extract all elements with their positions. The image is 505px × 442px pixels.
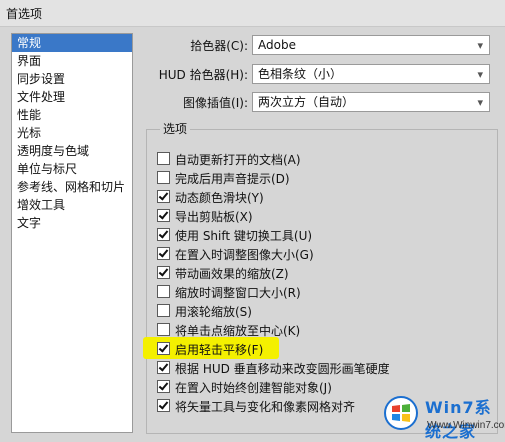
color-picker-row: 拾色器(C): [140,34,248,56]
hud-color-picker-value: 色相条纹（小） [258,67,343,81]
hud-color-picker-label: HUD 拾色器(H): [158,68,248,82]
watermark-brand: Win7系统之家 [425,398,492,441]
sidebar-item-interface[interactable]: 界面 [12,52,132,70]
checkbox-checked[interactable] [157,399,170,412]
option-label: 缩放时调整窗口大小(R) [175,286,301,300]
preferences-sidebar: 常规 界面 同步设置 文件处理 性能 光标 透明度与色域 单位与标尺 参考线、网… [11,33,133,433]
checkbox-checked[interactable] [157,342,170,355]
sidebar-item-performance[interactable]: 性能 [12,106,132,124]
watermark-url: Www.Winwin7.com [427,420,505,431]
sidebar-item-general[interactable]: 常规 [12,34,132,52]
color-picker-select[interactable]: Adobe ▾ [252,35,490,55]
image-interpolation-select[interactable]: 两次立方（自动） ▾ [252,92,490,112]
option-label: 带动画效果的缩放(Z) [175,267,289,281]
checkbox-checked[interactable] [157,209,170,222]
image-interpolation-value: 两次立方（自动） [258,95,355,109]
checkbox-checked[interactable] [157,190,170,203]
window-title: 首选项 [6,7,43,21]
option-label: 在置入时始终创建智能对象(J) [175,381,332,395]
checkbox-checked[interactable] [157,361,170,374]
sidebar-item-units-rulers[interactable]: 单位与标尺 [12,160,132,178]
sidebar-item-transparency-gamut[interactable]: 透明度与色域 [12,142,132,160]
checkbox[interactable] [157,285,170,298]
color-picker-value: Adobe [258,38,296,52]
sidebar-item-type[interactable]: 文字 [12,214,132,232]
title-bar: 首选项 [0,0,505,27]
option-label: 启用轻击平移(F) [175,343,264,357]
chevron-down-icon: ▾ [477,96,483,109]
sidebar-item-cursors[interactable]: 光标 [12,124,132,142]
image-interpolation-row: 图像插值(I): [140,91,248,113]
checkbox-checked[interactable] [157,380,170,393]
sidebar-item-guides-grid-slices[interactable]: 参考线、网格和切片 [12,178,132,196]
options-group-title: 选项 [160,120,191,137]
watermark: Win7系统之家 Www.Winwin7.com [383,390,505,441]
option-label: 在置入时调整图像大小(G) [175,248,314,262]
option-label: 导出剪贴板(X) [175,210,253,224]
option-label: 动态颜色滑块(Y) [175,191,264,205]
option-label: 根据 HUD 垂直移动来改变圆形画笔硬度 [175,362,390,376]
windows-logo-icon [384,396,418,430]
hud-color-picker-select[interactable]: 色相条纹（小） ▾ [252,64,490,84]
sidebar-item-plugins[interactable]: 增效工具 [12,196,132,214]
checkbox[interactable] [157,152,170,165]
sidebar-item-file-handling[interactable]: 文件处理 [12,88,132,106]
checkbox-checked[interactable] [157,228,170,241]
checkbox-checked[interactable] [157,266,170,279]
checkbox[interactable] [157,171,170,184]
image-interpolation-label: 图像插值(I): [183,96,248,110]
hud-color-picker-row: HUD 拾色器(H): [140,63,248,85]
color-picker-label: 拾色器(C): [190,39,248,53]
checkbox[interactable] [157,323,170,336]
option-label: 自动更新打开的文档(A) [175,153,301,167]
sidebar-item-sync-settings[interactable]: 同步设置 [12,70,132,88]
option-label: 用滚轮缩放(S) [175,305,252,319]
chevron-down-icon: ▾ [477,39,483,52]
checkbox[interactable] [157,304,170,317]
option-label: 使用 Shift 键切换工具(U) [175,229,313,243]
chevron-down-icon: ▾ [477,68,483,81]
checkbox-checked[interactable] [157,247,170,260]
option-label: 完成后用声音提示(D) [175,172,290,186]
option-label: 将矢量工具与变化和像素网格对齐 [175,400,356,414]
